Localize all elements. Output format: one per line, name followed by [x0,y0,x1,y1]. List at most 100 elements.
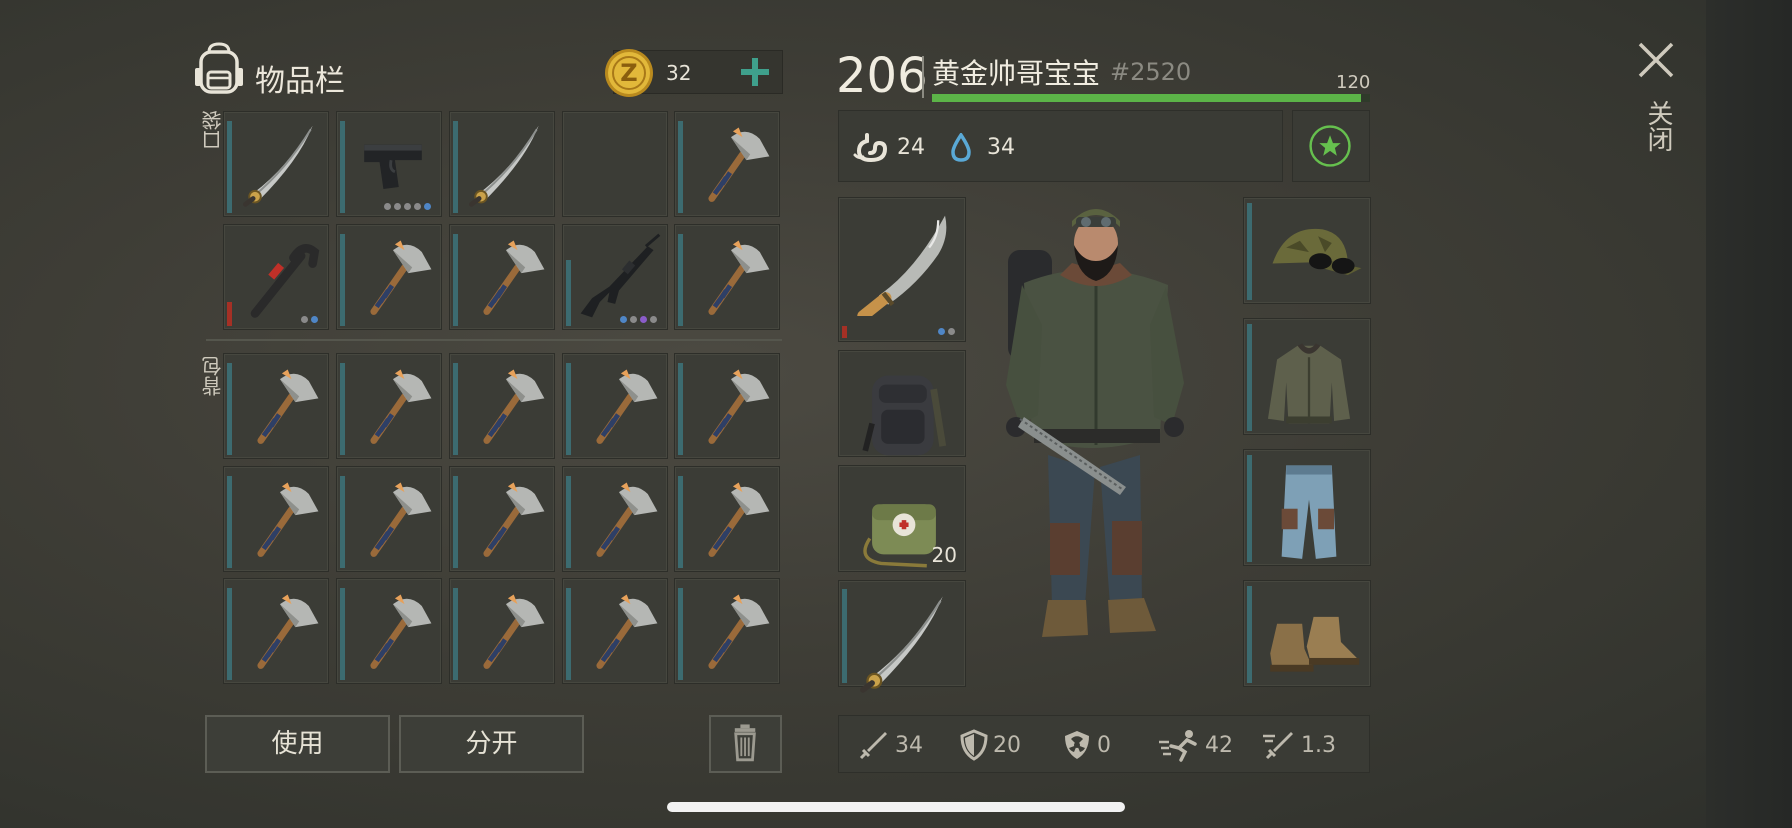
item-slot[interactable] [1243,449,1371,566]
sword-icon [859,732,887,760]
quality-dot [620,316,627,323]
quality-dot [384,203,391,210]
item-slot[interactable] [223,578,329,684]
health-bar-fill [932,94,1362,102]
leather-boots-icon [1270,616,1360,672]
item-slot[interactable] [674,578,780,684]
katana-sword-icon [469,125,539,207]
item-slot[interactable] [336,111,442,217]
attack-speed-icon [1263,732,1293,760]
radiation-shield-icon [1065,731,1089,759]
item-slot[interactable] [838,350,966,457]
crowbar-icon [250,244,320,318]
item-slot[interactable] [336,578,442,684]
attack-speed-value: 1.3 [1301,732,1336,758]
delete-button[interactable] [709,715,782,773]
pistol-icon [364,144,422,189]
crude-axe-icon [708,594,770,669]
katana-sword-icon [243,125,313,207]
attack-value: 34 [895,732,923,758]
quality-dot [650,316,657,323]
backpack-label: 背包 [201,356,225,396]
split-button[interactable]: 分开 [399,715,584,773]
favorite-button[interactable] [1292,110,1370,182]
item-slot[interactable] [336,466,442,572]
item-slot[interactable] [223,466,329,572]
home-indicator[interactable] [667,802,1125,812]
item-slot[interactable] [223,353,329,459]
item-slot[interactable]: 20 [838,465,966,572]
crude-axe-icon [596,482,658,557]
star-badge-icon [1309,125,1351,167]
machete-icon [857,215,947,316]
item-slot[interactable] [449,466,555,572]
item-slot[interactable] [1243,318,1371,435]
speed-value: 42 [1205,732,1233,758]
crude-axe-icon [596,369,658,444]
item-slot[interactable] [1243,580,1371,687]
combat-stats-bar: 34 20 0 42 1.3 [838,715,1370,773]
crude-axe-icon [257,482,319,557]
coin-icon: Z [605,49,653,97]
item-slot[interactable] [223,111,329,217]
item-slot[interactable] [449,353,555,459]
quality-dot [414,203,421,210]
crude-axe-icon [708,240,770,315]
crude-axe-icon [708,369,770,444]
defense-value: 20 [993,732,1021,758]
crude-axe-icon [257,369,319,444]
stomach-icon [853,133,888,163]
player-tag: #2520 [1110,58,1192,86]
durability-bar [842,326,847,338]
crude-axe-icon [370,482,432,557]
quality-dots [301,316,318,323]
section-divider [206,339,782,341]
add-coins-button[interactable] [736,53,774,91]
close-icon[interactable] [1634,38,1678,82]
close-label[interactable]: 关闭 [1640,100,1677,152]
item-slot[interactable] [223,224,329,330]
level-separator [922,56,924,98]
crude-axe-icon [257,594,319,669]
crude-axe-icon [483,594,545,669]
item-slot[interactable] [562,466,668,572]
item-slot[interactable] [674,111,780,217]
survival-status: 24 34 [838,110,1283,182]
use-button[interactable]: 使用 [205,715,390,773]
quality-dot [640,316,647,323]
hp-max: 120 [1336,72,1371,93]
stack-count: 20 [931,543,957,567]
crude-axe-icon [596,594,658,669]
item-slot[interactable] [674,224,780,330]
item-slot[interactable] [674,353,780,459]
item-slot[interactable] [838,580,966,693]
quality-dot [630,316,637,323]
running-icon [1159,730,1197,762]
item-slot[interactable] [1243,197,1371,304]
item-slot[interactable] [449,578,555,684]
thirst-value: 34 [987,135,1015,160]
item-slot[interactable] [336,353,442,459]
item-slot[interactable] [838,197,966,342]
quality-dot [301,316,308,323]
item-slot[interactable] [336,224,442,330]
item-slot[interactable] [449,224,555,330]
quality-dot [394,203,401,210]
quality-dot [311,316,318,323]
item-slot[interactable] [562,224,668,330]
empty-slot[interactable] [562,111,668,217]
item-slot[interactable] [562,578,668,684]
quality-dot [404,203,411,210]
right-edge-panel [1706,0,1792,828]
water-drop-icon [951,133,971,162]
item-slot[interactable] [449,111,555,217]
crude-axe-icon [708,127,770,202]
crude-axe-icon [483,369,545,444]
item-slot[interactable] [562,353,668,459]
trash-icon [734,724,756,762]
coin-balance: Z 32 [605,49,783,97]
hunger-value: 24 [897,135,925,160]
crude-axe-icon [370,369,432,444]
shield-icon [960,729,988,761]
item-slot[interactable] [674,466,780,572]
